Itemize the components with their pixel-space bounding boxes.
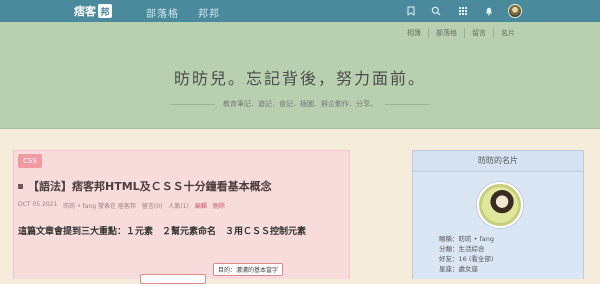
blog-description-row: 教育筆記．遊記．食記．插圖．掰企劃作．分享。: [0, 99, 600, 109]
title-bullet-icon: [18, 183, 23, 189]
top-navigation-bar: 痞客 邦 部落格 邦邦: [0, 0, 600, 23]
divider-left: [171, 103, 215, 105]
profile-info: 暱稱：昉昉 • fang 分類：生活綜合 好友：16 (看全部) 星座：處女座: [439, 234, 494, 274]
search-icon[interactable]: [429, 4, 443, 18]
logo-text: 痞客: [74, 5, 96, 18]
divider-right: [385, 103, 429, 105]
diagram-box-right: 目的：濃濃的基本當字: [213, 263, 284, 276]
header-nav-profile[interactable]: 名片: [493, 28, 522, 38]
bell-icon[interactable]: [482, 4, 496, 18]
header-navigation: 相簿 部落格 留言 名片: [400, 28, 522, 38]
nav-bangbang-link[interactable]: 邦邦: [198, 5, 220, 20]
nav-blog-link[interactable]: 部落格: [146, 5, 179, 20]
category-badge[interactable]: CSS: [18, 154, 42, 168]
avatar-image: [508, 4, 522, 18]
profile-friends[interactable]: 好友：16 (看全部): [439, 254, 494, 264]
grid-icon[interactable]: [456, 4, 470, 18]
logo-badge: 邦: [98, 4, 112, 18]
profile-zodiac: 星座：處女座: [439, 265, 478, 273]
post-intro: 這篇文章會提到三大重點：１元素 ２幫元素命名 ３用ＣＳＳ控制元素: [18, 227, 307, 237]
post-date: OCT 05 2021: [18, 201, 58, 208]
delete-link[interactable]: 刪除: [213, 201, 225, 210]
user-avatar[interactable]: [508, 4, 522, 18]
post-comments[interactable]: 留言(0): [142, 201, 163, 210]
post-title[interactable]: 【語法】痞客邦HTML及ＣＳＳ十分鐘看基本概念: [18, 178, 338, 194]
header-nav-blog[interactable]: 部落格: [428, 28, 464, 38]
profile-card-title: 昉昉的名片: [413, 151, 583, 172]
profile-card: 昉昉的名片 暱稱：昉昉 • fang 分類：生活綜合 好友：16 (看全部) 星…: [412, 150, 584, 279]
profile-nickname: 暱稱：昉昉 • fang: [439, 235, 494, 243]
profile-category: 分類：生活綜合: [439, 245, 485, 253]
diagram-box-left: [140, 274, 206, 284]
edit-link[interactable]: 編輯: [195, 201, 207, 210]
header-nav-album[interactable]: 相簿: [400, 28, 428, 38]
blog-title[interactable]: 昉昉兒。忘記背後，努力面前。: [0, 65, 600, 89]
post-meta: OCT 05 2021 昉昉 • fang 發表在 痞客邦 留言(0) 人氣(1…: [18, 201, 338, 210]
post-views: 人氣(1): [168, 203, 189, 210]
profile-photo[interactable]: [477, 182, 523, 228]
bookmark-icon[interactable]: [404, 4, 418, 18]
blog-header: 相簿 部落格 留言 名片 昉昉兒。忘記背後，努力面前。 教育筆記．遊記．食記．插…: [0, 22, 600, 129]
site-logo[interactable]: 痞客 邦: [74, 3, 112, 19]
post-card: CSS 【語法】痞客邦HTML及ＣＳＳ十分鐘看基本概念 OCT 05 2021 …: [13, 150, 350, 284]
post-author[interactable]: 昉昉 • fang 發表在 痞客邦: [63, 201, 136, 210]
blog-description: 教育筆記．遊記．食記．插圖．掰企劃作．分享。: [223, 100, 377, 108]
header-nav-guestbook[interactable]: 留言: [464, 28, 493, 38]
post-title-text: 【語法】痞客邦HTML及ＣＳＳ十分鐘看基本概念: [28, 180, 272, 193]
